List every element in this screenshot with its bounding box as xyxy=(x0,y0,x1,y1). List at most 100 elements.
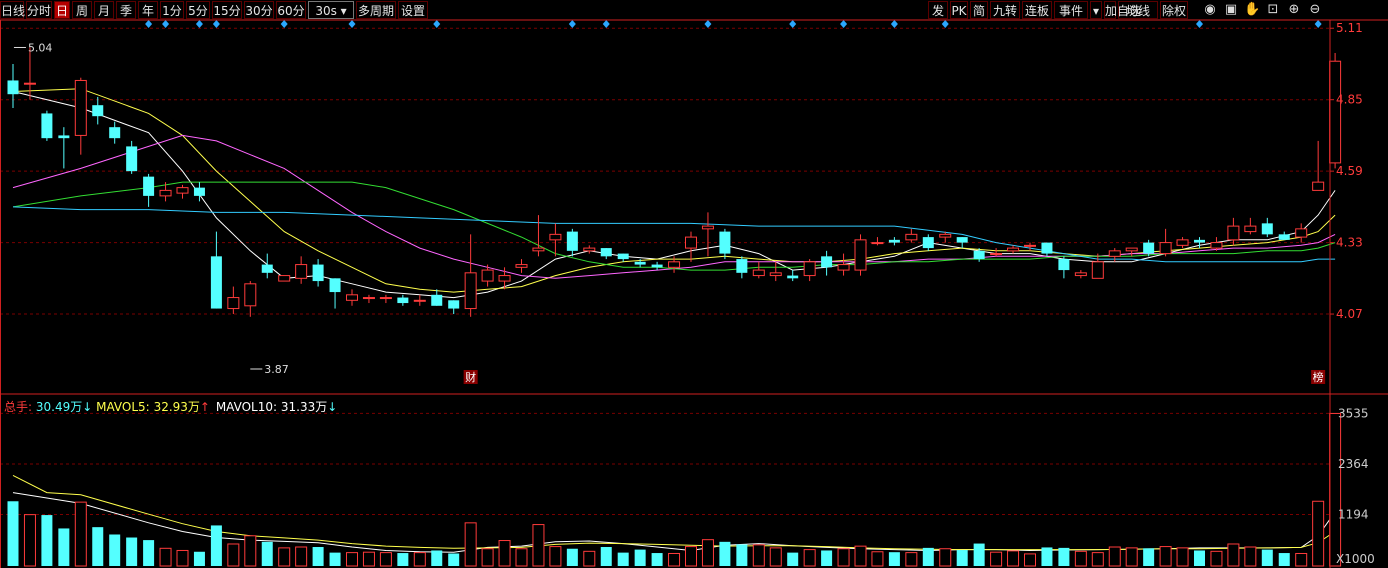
toolbar-button-8[interactable]: 除权 xyxy=(1160,1,1188,19)
candle-body-up[interactable] xyxy=(346,294,358,301)
volume-bar-up[interactable] xyxy=(295,546,308,567)
candle-body-up[interactable] xyxy=(668,261,681,268)
volume-bar-up[interactable] xyxy=(176,549,189,567)
volume-bar-up[interactable] xyxy=(498,540,511,567)
candle-body-down[interactable] xyxy=(431,294,443,306)
volume-bar-down[interactable] xyxy=(448,553,460,566)
candle-body-up[interactable] xyxy=(498,275,511,282)
candle-body-down[interactable] xyxy=(787,275,799,279)
candle-body-up[interactable] xyxy=(176,187,189,194)
period-tab-13[interactable]: 多周期 xyxy=(356,1,396,19)
volume-bar-down[interactable] xyxy=(1041,547,1053,566)
volume-bar-up[interactable] xyxy=(990,551,1003,567)
candle-body-down[interactable] xyxy=(7,80,19,95)
volume-bar-up[interactable] xyxy=(515,548,528,567)
candle-body-down[interactable] xyxy=(736,259,748,273)
candle-body-down[interactable] xyxy=(41,113,53,139)
event-marker-diamond[interactable] xyxy=(212,20,220,28)
candle-body-down[interactable] xyxy=(261,264,273,273)
period-tab-2[interactable]: 日 xyxy=(54,1,70,19)
period-tab-14[interactable]: 设置 xyxy=(398,1,428,19)
period-tab-12[interactable]: 30s ▾ xyxy=(308,1,354,19)
lock-icon[interactable]: ⊡ xyxy=(1265,1,1281,19)
volume-bar-down[interactable] xyxy=(7,501,19,566)
volume-bar-up[interactable] xyxy=(1091,552,1104,567)
volume-bar-up[interactable] xyxy=(1024,553,1036,567)
volume-bar-up[interactable] xyxy=(685,546,697,567)
candle-body-up[interactable] xyxy=(1295,228,1308,238)
volume-bar-down[interactable] xyxy=(566,548,578,566)
volume-bar-up[interactable] xyxy=(74,501,87,567)
volume-bar-down[interactable] xyxy=(1278,553,1290,566)
candle-body-up[interactable] xyxy=(905,233,918,241)
volume-bar-down[interactable] xyxy=(617,552,629,566)
candle-body-up[interactable] xyxy=(413,299,426,302)
event-marker-diamond[interactable] xyxy=(280,20,288,28)
period-tab-11[interactable]: 60分 xyxy=(276,1,306,19)
candle-body-up[interactable] xyxy=(1125,247,1138,252)
candle-body-down[interactable] xyxy=(126,146,138,172)
volume-bar-up[interactable] xyxy=(379,552,392,567)
volume-bar-down[interactable] xyxy=(651,553,663,566)
fund-icon[interactable]: ▣ xyxy=(1223,1,1239,19)
volume-bar-down[interactable] xyxy=(736,544,748,566)
candle-body-up[interactable] xyxy=(159,189,172,197)
volume-bar-down[interactable] xyxy=(126,537,138,566)
candle-body-up[interactable] xyxy=(1227,225,1240,241)
volume-bar-up[interactable] xyxy=(464,522,477,567)
candle-body-up[interactable] xyxy=(227,297,240,310)
toolbar-button-3[interactable]: 九转 xyxy=(990,1,1020,19)
volume-bar-up[interactable] xyxy=(278,547,291,567)
volume-bar-up[interactable] xyxy=(939,548,952,567)
event-marker-diamond[interactable] xyxy=(145,20,153,28)
candle-body-down[interactable] xyxy=(888,239,900,243)
event-marker-diamond[interactable] xyxy=(704,20,712,28)
volume-bar-down[interactable] xyxy=(1058,547,1070,566)
volume-bar-up[interactable] xyxy=(1329,412,1342,567)
volume-bar-up[interactable] xyxy=(1125,547,1138,567)
event-marker-diamond[interactable] xyxy=(890,20,898,28)
volume-bar-down[interactable] xyxy=(973,543,985,566)
event-marker-diamond[interactable] xyxy=(348,20,356,28)
volume-bar-up[interactable] xyxy=(701,539,714,567)
volume-bar-up[interactable] xyxy=(1007,550,1020,567)
period-tab-3[interactable]: 周 xyxy=(72,1,92,19)
period-tab-7[interactable]: 1分 xyxy=(160,1,184,19)
toolbar-button-2[interactable]: 简 xyxy=(970,1,988,19)
candle-body-down[interactable] xyxy=(973,250,985,260)
event-marker-diamond[interactable] xyxy=(568,20,576,28)
candle-body-up[interactable] xyxy=(1176,239,1189,246)
period-tab-4[interactable]: 月 xyxy=(94,1,114,19)
candle-body-up[interactable] xyxy=(1329,60,1342,164)
volume-bar-up[interactable] xyxy=(1159,546,1172,567)
event-marker-diamond[interactable] xyxy=(789,20,797,28)
candle-body-up[interactable] xyxy=(1074,272,1087,277)
candle-body-down[interactable] xyxy=(143,176,155,196)
volume-bar-down[interactable] xyxy=(143,540,155,566)
period-tab-8[interactable]: 5分 xyxy=(186,1,210,19)
candle-body-up[interactable] xyxy=(515,264,528,268)
candle-body-down[interactable] xyxy=(566,231,578,251)
candle-body-down[interactable] xyxy=(617,253,629,260)
candle-body-down[interactable] xyxy=(1278,234,1290,240)
volume-bar-up[interactable] xyxy=(803,549,816,567)
candle-body-down[interactable] xyxy=(719,231,731,254)
candle-body-up[interactable] xyxy=(1007,247,1020,252)
volume-bar-up[interactable] xyxy=(549,546,562,567)
candle-body-down[interactable] xyxy=(1194,239,1205,243)
volume-bar-down[interactable] xyxy=(922,547,934,566)
event-marker-diamond[interactable] xyxy=(195,20,203,28)
toolbar-button-0[interactable]: 发 xyxy=(928,1,948,19)
volume-bar-up[interactable] xyxy=(362,551,375,567)
period-tab-1[interactable]: 分时 xyxy=(26,1,52,19)
candle-body-down[interactable] xyxy=(600,248,612,257)
candle-body-down[interactable] xyxy=(651,264,663,268)
volume-bar-down[interactable] xyxy=(312,547,324,566)
candle-body-down[interactable] xyxy=(329,278,341,293)
candle-body-down[interactable] xyxy=(312,264,324,282)
candle-body-up[interactable] xyxy=(939,233,952,238)
candle-body-down[interactable] xyxy=(58,135,70,139)
candle-body-down[interactable] xyxy=(956,237,968,243)
volume-bar-down[interactable] xyxy=(821,550,833,566)
volume-bar-up[interactable] xyxy=(871,551,884,567)
